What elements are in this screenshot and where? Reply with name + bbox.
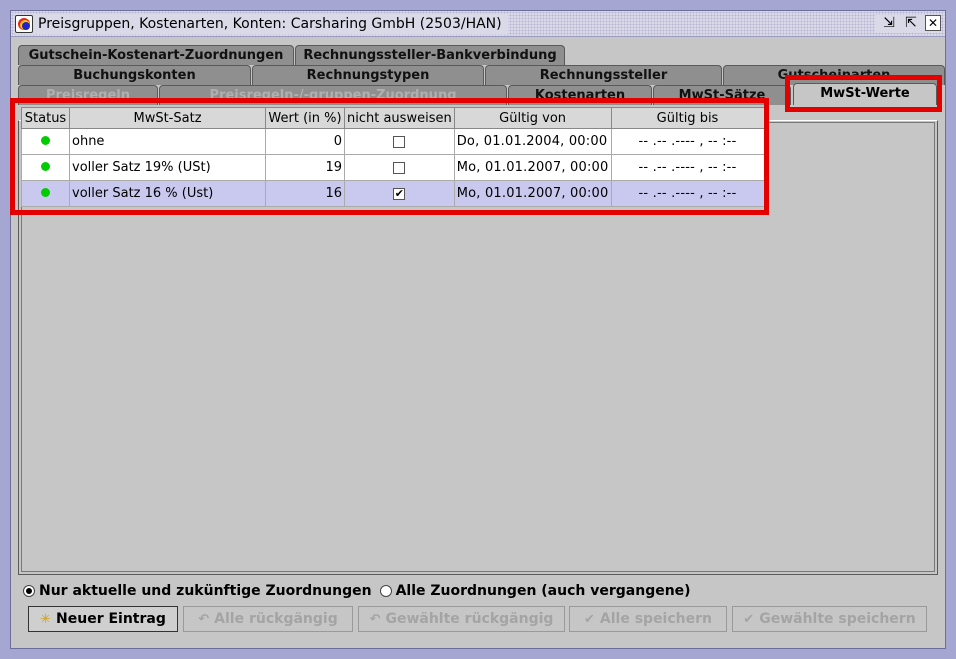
save-selected-button[interactable]: ✔ Gewählte speichern (732, 606, 927, 632)
column-header-gueltig-von[interactable]: Gültig von (453, 107, 612, 129)
tab-gutscheinarten[interactable]: Gutscheinarten (723, 65, 945, 85)
undo-all-button[interactable]: ↶ Alle rückgängig (183, 606, 353, 632)
gueltig-von-cell[interactable]: Mo, 01.01.2007, 00:00 (453, 154, 612, 181)
mwst-satz-cell[interactable]: ohne (69, 128, 266, 155)
column-header-nicht-ausweisen[interactable]: nicht ausweisen (344, 107, 455, 129)
nicht-ausweisen-cell (344, 128, 455, 155)
gueltig-von-cell[interactable]: Mo, 01.01.2007, 00:00 (453, 180, 612, 207)
gueltig-von-cell[interactable]: Do, 01.01.2004, 00:00 (453, 128, 612, 155)
status-active-icon (41, 136, 50, 145)
sparkle-icon: ✳ (40, 611, 52, 627)
undo-selected-button[interactable]: ↶ Gewählte rückgängig (358, 606, 565, 632)
undo-icon: ↶ (369, 611, 381, 627)
table-row-selected[interactable]: voller Satz 16 % (Ust) 16 ✔ Mo, 01.01.20… (21, 180, 765, 207)
filter-all-option[interactable]: Alle Zuordnungen (auch vergangene) (379, 583, 691, 599)
check-icon: ✔ (743, 611, 755, 627)
status-cell (21, 128, 70, 155)
double-check-icon: ✔ (584, 611, 595, 627)
column-header-gueltig-bis[interactable]: Gültig bis (610, 107, 765, 129)
save-selected-label: Gewählte speichern (759, 611, 916, 627)
tab-preisregeln: Preisregeln (18, 85, 158, 105)
tab-strip: Gutschein-Kostenart-Zuordnungen Rechnung… (11, 11, 945, 121)
tab-rechnungssteller[interactable]: Rechnungssteller (485, 65, 722, 85)
filter-all-label: Alle Zuordnungen (auch vergangene) (395, 583, 691, 599)
nicht-ausweisen-cell: ✔ (344, 180, 455, 207)
tab-rechnungssteller-bankverbindung[interactable]: Rechnungssteller-Bankverbindung (295, 45, 565, 65)
column-header-status[interactable]: Status (21, 107, 70, 129)
status-active-icon (41, 188, 50, 197)
gueltig-bis-cell[interactable]: -- .-- .---- , -- :-- (610, 180, 765, 207)
status-active-icon (41, 162, 50, 171)
status-cell (21, 154, 70, 181)
wert-cell[interactable]: 16 (265, 180, 345, 207)
save-all-label: Alle speichern (599, 611, 712, 627)
mwst-werte-table: Status MwSt-Satz Wert (in %) nicht auswe… (21, 107, 765, 207)
new-entry-label: Neuer Eintrag (56, 611, 166, 627)
undo-all-label: Alle rückgängig (214, 611, 338, 627)
radio-selected-icon[interactable] (23, 585, 35, 597)
wert-cell[interactable]: 19 (265, 154, 345, 181)
table-row[interactable]: ohne 0 Do, 01.01.2004, 00:00 -- .-- .---… (21, 128, 765, 155)
filter-current-label: Nur aktuelle und zukünftige Zuordnungen (39, 583, 372, 599)
gueltig-bis-cell[interactable]: -- .-- .---- , -- :-- (610, 128, 765, 155)
save-all-button[interactable]: ✔ Alle speichern (569, 606, 727, 632)
gueltig-bis-cell[interactable]: -- .-- .---- , -- :-- (610, 154, 765, 181)
nicht-ausweisen-cell (344, 154, 455, 181)
mwst-satz-cell[interactable]: voller Satz 19% (USt) (69, 154, 266, 181)
tab-gutschein-kostenart-zuordnungen[interactable]: Gutschein-Kostenart-Zuordnungen (18, 45, 294, 65)
nicht-ausweisen-checkbox-checked[interactable]: ✔ (393, 187, 406, 200)
table-row[interactable]: voller Satz 19% (USt) 19 Mo, 01.01.2007,… (21, 154, 765, 181)
status-cell (21, 180, 70, 207)
undo-selected-label: Gewählte rückgängig (385, 611, 554, 627)
tab-rechnungstypen[interactable]: Rechnungstypen (252, 65, 484, 85)
filter-current-option[interactable]: Nur aktuelle und zukünftige Zuordnungen (23, 583, 372, 599)
mwst-satz-cell[interactable]: voller Satz 16 % (Ust) (69, 180, 266, 207)
tab-kostenarten[interactable]: Kostenarten (508, 85, 652, 105)
tab-preisregeln-gruppen-zuordnung: Preisregeln-/-gruppen-Zuordnung (159, 85, 507, 105)
main-window: Preisgruppen, Kostenarten, Konten: Carsh… (10, 10, 946, 649)
radio-unselected-icon[interactable] (379, 585, 392, 597)
nicht-ausweisen-checkbox[interactable] (393, 135, 406, 148)
tab-mwst-saetze[interactable]: MwSt-Sätze (653, 85, 791, 105)
nicht-ausweisen-checkbox[interactable] (393, 161, 406, 174)
undo-all-icon: ↶ (198, 611, 210, 627)
wert-cell[interactable]: 0 (265, 128, 345, 155)
column-header-wert[interactable]: Wert (in %) (265, 107, 345, 129)
tab-buchungskonten[interactable]: Buchungskonten (18, 65, 251, 85)
new-entry-button[interactable]: ✳ Neuer Eintrag (28, 606, 178, 632)
tab-mwst-werte[interactable]: MwSt-Werte (793, 83, 937, 105)
filter-options: Nur aktuelle und zukünftige Zuordnungen … (23, 581, 699, 601)
column-header-mwst-satz[interactable]: MwSt-Satz (69, 107, 266, 129)
